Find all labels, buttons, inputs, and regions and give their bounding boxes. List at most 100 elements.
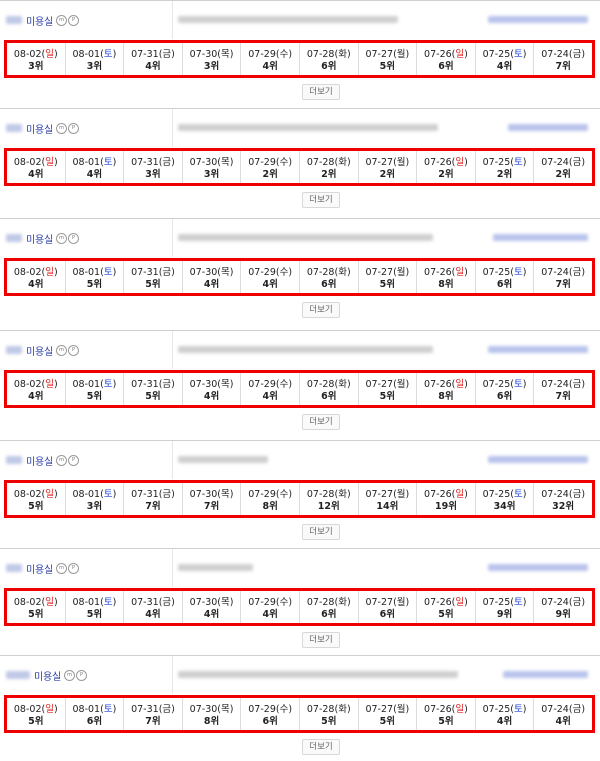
paren-close: ) [346,49,351,60]
rank-value: 5위 [379,279,396,290]
day-cell: 07-27(월) 5위 [359,261,418,293]
rank-value: 4위 [262,609,278,620]
more-button[interactable]: 더보기 [302,739,340,755]
weekday-label: 금 [572,267,582,278]
rank-value: 3위 [28,61,44,72]
more-button[interactable]: 더보기 [302,302,340,318]
date-label: 08-01(토) [66,49,124,61]
paren-close: ) [346,157,351,168]
badge-icon: P [68,563,79,574]
day-cell: 08-01(토) 5위 [66,591,125,623]
day-cell: 08-01(토) 4위 [66,151,125,183]
day-cell: 07-25(토) 9위 [476,591,535,623]
rank-value: 4위 [203,279,220,290]
date-label: 07-25(토) [476,489,534,501]
day-cell: 07-30(목) 3위 [183,151,242,183]
weekday-label: 월 [396,49,406,60]
date-text: 07-29 [248,49,276,60]
date-text: 07-29 [248,704,276,715]
paren-close: ) [581,489,586,500]
date-text: 07-30 [189,267,218,278]
paren-close: ) [171,704,175,715]
date-label: 07-28(화) [300,157,358,169]
paren-close: ) [229,379,234,390]
more-button[interactable]: 더보기 [302,414,340,430]
date-text: 07-29 [248,267,276,278]
paren-close: ) [288,379,293,390]
date-label: 07-30(목) [183,267,241,279]
more-button[interactable]: 더보기 [302,632,340,648]
shop-name-link[interactable]: 미용실 [26,453,53,468]
weekday-label: 목 [221,49,230,60]
day-cell: 07-26(일) 5위 [417,591,476,623]
date-label: 07-27(월) [359,157,417,169]
weekday-label: 일 [45,597,54,608]
shop-name-link[interactable]: 미용실 [26,13,53,28]
day-cell: 07-24(금) 32위 [534,483,592,515]
more-button[interactable]: 더보기 [302,192,340,208]
rank-value: 5위 [379,391,396,402]
day-cell: 08-01(토) 3위 [66,483,125,515]
shop-name-link[interactable]: 미용실 [26,231,53,246]
date-text: 08-01 [72,489,101,500]
date-text: 07-26 [424,267,452,278]
daily-rank-row: 08-02(일) 3위 08-01(토) 3위 07-31(금) 4위 07-30(목) 3위… [4,40,595,78]
weekday-label: 토 [103,157,113,168]
date-label: 07-25(토) [476,597,534,609]
shop-name-link[interactable]: 미용실 [26,561,53,576]
rank-value: 7위 [203,501,220,512]
day-cell: 08-02(일) 5위 [7,698,66,730]
date-label: 07-26(일) [417,379,475,391]
shop-name-link[interactable]: 미용실 [26,343,53,358]
day-cell: 08-02(일) 4위 [7,373,66,405]
rank-value: 6위 [321,391,337,402]
shop-name-link[interactable]: 미용실 [26,121,53,136]
date-text: 07-31 [131,489,159,500]
day-cell: 07-26(일) 6위 [417,43,476,75]
date-label: 07-27(월) [359,49,417,61]
weekday-label: 일 [455,157,465,168]
rank-value: 5위 [145,391,161,402]
date-text: 08-02 [13,267,42,278]
weekday-label: 금 [162,597,172,608]
date-text: 07-31 [131,379,159,390]
day-cell: 07-27(월) 2위 [359,151,418,183]
date-label: 07-29(수) [241,379,299,391]
date-text: 07-29 [248,489,276,500]
weekday-label: 화 [338,489,347,500]
more-button[interactable]: 더보기 [302,84,340,100]
date-text: 07-26 [424,597,452,608]
shop-cell: 미용실 m P [0,656,173,694]
weekday-label: 목 [221,267,230,278]
rank-value: 9위 [555,609,571,620]
shop-name-link[interactable]: 미용실 [34,668,61,683]
date-text: 07-28 [306,49,335,60]
day-cell: 07-30(목) 4위 [183,261,242,293]
paren-close: ) [581,379,586,390]
shop-badges: mP [56,123,80,142]
shop-badges: mP [56,563,80,582]
day-cell: 07-31(금) 7위 [124,483,183,515]
rank-value: 4위 [28,169,44,180]
date-label: 07-31(금) [124,379,182,391]
paren-close: ) [288,597,293,608]
day-cell: 07-24(금) 9위 [534,591,592,623]
date-text: 07-26 [424,379,452,390]
paren-close: ) [581,597,586,608]
paren-close: ) [346,379,351,390]
date-text: 07-27 [365,157,394,168]
date-label: 07-31(금) [124,267,182,279]
rank-value: 4위 [28,391,44,402]
weekday-label: 화 [338,267,347,278]
paren-close: ) [171,49,175,60]
paren-close: ) [346,489,351,500]
day-cell: 07-31(금) 4위 [124,591,183,623]
shop-cell: 미용실 m P [0,109,173,147]
day-cell: 08-01(토) 5위 [66,373,125,405]
redacted-prefix [6,16,22,24]
date-text: 08-01 [72,267,101,278]
more-button[interactable]: 더보기 [302,524,340,540]
date-label: 07-31(금) [124,157,182,169]
shop-cell: 미용실 m P [0,549,173,587]
date-text: 07-26 [424,704,452,715]
